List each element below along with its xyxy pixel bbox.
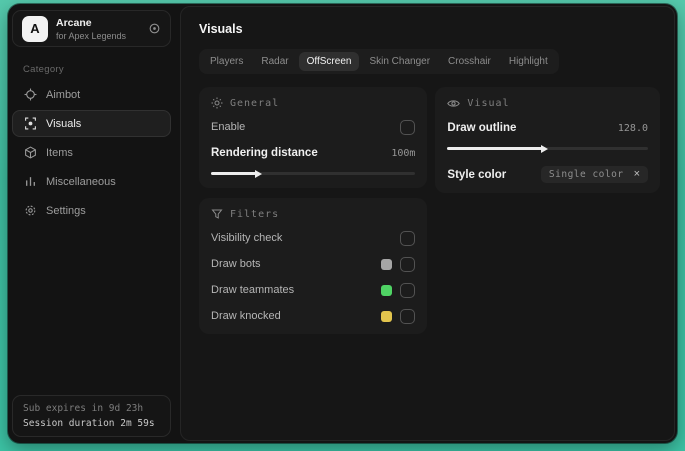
general-card-title: General: [230, 97, 280, 109]
crosshair-icon: [23, 88, 37, 101]
category-label: Category: [23, 64, 64, 75]
enable-checkbox[interactable]: [400, 119, 416, 135]
draw-teammates-checkbox[interactable]: [400, 282, 416, 298]
filters-card-header: Filters: [211, 208, 415, 220]
draw-teammates-row: Draw teammates: [211, 282, 416, 298]
app-title: Arcane: [56, 16, 92, 29]
target-icon[interactable]: [148, 22, 161, 35]
visual-card: Visual Draw outline 128.0 Style color Si…: [435, 87, 660, 193]
sidebar-item-label: Aimbot: [46, 88, 81, 101]
tab-offscreen[interactable]: OffScreen: [298, 52, 360, 71]
rendering-distance-row: Rendering distance 100m: [211, 145, 415, 161]
visibility-check-checkbox[interactable]: [400, 230, 416, 246]
left-column: General Enable Rendering distance 100m F…: [199, 87, 428, 334]
rendering-distance-label: Rendering distance: [211, 147, 318, 159]
app-window: A Arcane for Apex Legends Category Aimbo…: [8, 4, 677, 443]
draw-outline-slider[interactable]: [447, 144, 648, 153]
slider-fill[interactable]: [447, 147, 542, 150]
draw-knocked-color-swatch[interactable]: [381, 310, 393, 322]
sidebar-item-label: Settings: [46, 204, 86, 217]
app-logo: A: [22, 15, 48, 42]
sidebar-nav: Aimbot Visuals Items Miscellaneous Setti…: [12, 81, 171, 224]
main-panel: Visuals Players Radar OffScreen Skin Cha…: [180, 6, 675, 441]
funnel-icon: [211, 208, 223, 220]
tab-crosshair[interactable]: Crosshair: [440, 52, 499, 71]
visibility-check-row: Visibility check: [211, 230, 416, 246]
draw-teammates-color-swatch[interactable]: [381, 284, 393, 296]
gear-icon: [23, 204, 37, 217]
eye-scan-icon: [23, 117, 37, 130]
draw-bots-label: Draw bots: [211, 258, 261, 270]
filters-card-title: Filters: [230, 208, 280, 220]
draw-teammates-label: Draw teammates: [211, 284, 295, 296]
tab-players[interactable]: Players: [202, 52, 251, 71]
sidebar-item-label: Visuals: [46, 117, 82, 130]
draw-bots-checkbox[interactable]: [400, 256, 416, 272]
rendering-distance-slider[interactable]: [211, 169, 416, 178]
rendering-distance-value: 100m: [391, 147, 416, 159]
bars-icon: [23, 175, 37, 188]
sidebar-item-aimbot[interactable]: Aimbot: [12, 81, 171, 108]
sidebar-item-settings[interactable]: Settings: [12, 197, 171, 224]
tab-skin-changer[interactable]: Skin Changer: [361, 52, 438, 71]
draw-bots-row: Draw bots: [211, 256, 416, 272]
app-subtitle: for Apex Legends: [56, 30, 127, 41]
eye-icon: [447, 97, 461, 110]
sub-expires-text: Sub expires in 9d 23h: [23, 403, 144, 414]
page-title: Visuals: [199, 22, 243, 36]
sidebar-item-miscellaneous[interactable]: Miscellaneous: [12, 168, 171, 195]
draw-knocked-row: Draw knocked: [211, 308, 416, 324]
sidebar-item-label: Items: [46, 146, 73, 159]
sun-icon: [211, 97, 223, 109]
close-icon[interactable]: ×: [634, 169, 640, 180]
draw-bots-color-swatch[interactable]: [381, 258, 393, 270]
general-card-header: General: [211, 97, 415, 109]
tab-highlight[interactable]: Highlight: [501, 52, 556, 71]
draw-outline-value: 128.0: [617, 122, 648, 134]
filters-card: Filters Visibility check Draw bots Draw …: [199, 198, 428, 334]
style-color-label: Style color: [447, 168, 507, 181]
general-card: General Enable Rendering distance 100m: [199, 87, 428, 188]
style-color-row: Style color Single color ×: [447, 166, 648, 183]
sidebar-item-items[interactable]: Items: [12, 139, 171, 166]
session-duration-text: Session duration 2m 59s: [23, 418, 155, 429]
tab-radar[interactable]: Radar: [253, 52, 296, 71]
sidebar-item-visuals[interactable]: Visuals: [12, 110, 171, 137]
sidebar-item-label: Miscellaneous: [46, 175, 116, 188]
style-color-dropdown[interactable]: Single color ×: [540, 166, 648, 183]
content-area: General Enable Rendering distance 100m F…: [199, 87, 660, 334]
tab-bar: Players Radar OffScreen Skin Changer Cro…: [199, 49, 559, 74]
draw-outline-label: Draw outline: [447, 122, 517, 134]
draw-outline-row: Draw outline 128.0: [447, 120, 648, 136]
visual-card-title: Visual: [467, 98, 510, 109]
enable-label: Enable: [211, 121, 246, 133]
sidebar: A Arcane for Apex Legends Category Aimbo…: [8, 4, 179, 443]
right-column: Visual Draw outline 128.0 Style color Si…: [435, 87, 660, 193]
style-color-value: Single color: [548, 169, 624, 180]
cube-icon: [23, 146, 37, 159]
enable-row: Enable: [211, 119, 416, 135]
subscription-info-card: Sub expires in 9d 23h Session duration 2…: [12, 395, 171, 437]
logo-text: Arcane for Apex Legends: [56, 17, 126, 41]
draw-knocked-checkbox[interactable]: [400, 308, 416, 324]
draw-knocked-label: Draw knocked: [211, 310, 281, 322]
visual-card-header: Visual: [447, 97, 648, 110]
visibility-check-label: Visibility check: [211, 232, 283, 244]
slider-fill[interactable]: [211, 172, 256, 175]
logo-card: A Arcane for Apex Legends: [12, 10, 171, 47]
